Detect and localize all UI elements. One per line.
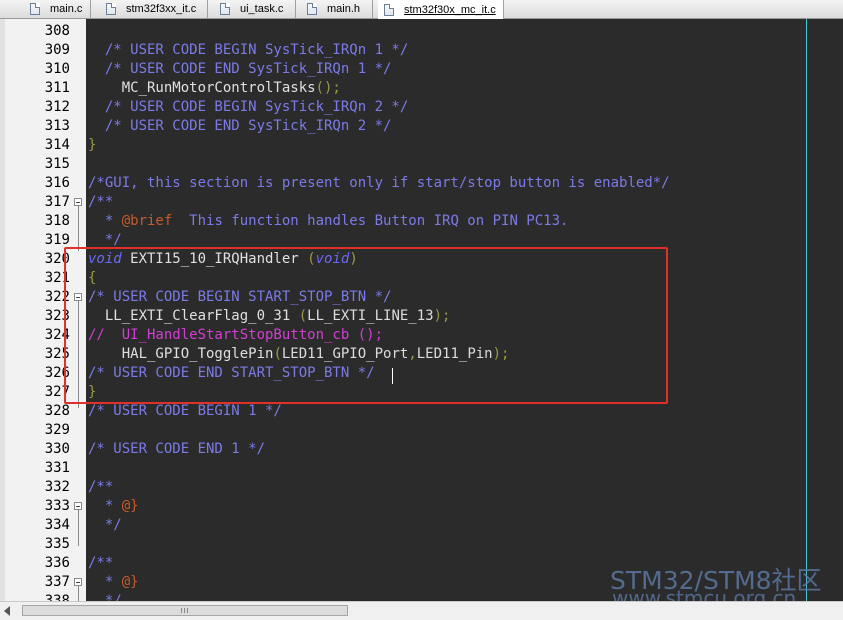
line-number: 308 [44, 23, 70, 39]
line-number: 329 [44, 422, 70, 438]
fold-toggle-icon[interactable] [74, 502, 82, 510]
grip-icon [181, 608, 189, 613]
file-icon [220, 3, 230, 15]
line-number: 312 [44, 99, 70, 115]
line-number: 322 [44, 289, 70, 305]
doc-tag: @} [121, 574, 139, 590]
right-margin-guide [806, 19, 807, 601]
code-line: * @brief This function handles Button IR… [88, 212, 569, 231]
line-number: 335 [44, 536, 70, 552]
code-line: /* USER CODE END 1 */ [88, 441, 266, 457]
code-line: * @} [88, 497, 139, 516]
code-line: /* USER CODE BEGIN 1 */ [88, 403, 282, 419]
scroll-left-arrow-icon[interactable] [4, 606, 10, 616]
tab-ui-task-c[interactable]: ui_task.c [214, 0, 296, 18]
horizontal-scrollbar[interactable] [0, 601, 843, 620]
bookmark-margin[interactable] [0, 19, 5, 601]
line-number: 323 [44, 308, 70, 324]
fold-guide [78, 510, 79, 546]
line-number: 321 [44, 270, 70, 286]
line-number: 333 [44, 498, 70, 514]
scrollbar-thumb[interactable] [22, 605, 348, 616]
tab-bar: main.c stm32f3xx_it.c ui_task.c main.h s… [0, 0, 843, 19]
code-line: /* USER CODE END SysTick_IRQn 2 */ [88, 118, 392, 134]
tab-main-h[interactable]: main.h [301, 0, 373, 18]
function-call: MC_RunMotorControlTasks [88, 80, 316, 96]
fold-guide [78, 586, 79, 601]
line-number: 317 [44, 194, 70, 210]
line-number: 337 [44, 574, 70, 590]
line-number: 318 [44, 213, 70, 229]
file-icon [106, 3, 116, 15]
line-number: 338 [44, 593, 70, 601]
line-number: 324 [44, 327, 70, 343]
line-number: 326 [44, 365, 70, 381]
line-number: 319 [44, 232, 70, 248]
line-number: 328 [44, 403, 70, 419]
comment-text: * [88, 574, 122, 590]
highlight-annotation-box [64, 247, 668, 404]
punctuation: (); [315, 80, 341, 96]
file-icon [384, 3, 394, 16]
code-line: /* USER CODE END SysTick_IRQn 1 */ [88, 61, 392, 77]
code-line: /* USER CODE BEGIN SysTick_IRQn 1 */ [88, 42, 409, 58]
line-number: 310 [44, 61, 70, 77]
doc-tag: @brief [121, 213, 173, 229]
line-number: 331 [44, 460, 70, 476]
tab-label: main.h [327, 3, 361, 15]
line-number: 314 [44, 137, 70, 153]
line-number: 316 [44, 175, 70, 191]
line-number: 325 [44, 346, 70, 362]
code-line: /** [88, 555, 114, 571]
tab-stm32f3xx-it-c[interactable]: stm32f3xx_it.c [100, 0, 208, 18]
line-number: 320 [44, 251, 70, 267]
code-line: MC_RunMotorControlTasks(); [88, 79, 341, 98]
line-number: 334 [44, 517, 70, 533]
comment-text: This function handles Button IRQ on PIN … [172, 213, 569, 229]
fold-guide [78, 206, 79, 251]
line-number: 336 [44, 555, 70, 571]
line-number: 311 [44, 80, 70, 96]
code-line: /** [88, 479, 114, 495]
line-number: 313 [44, 118, 70, 134]
code-line: * @} [88, 573, 139, 592]
tab-label: stm32f30x_mc_it.c [404, 3, 496, 16]
tab-label: main.c [50, 3, 83, 15]
code-line: */ [88, 593, 122, 601]
line-number: 315 [44, 156, 70, 172]
fold-toggle-icon[interactable] [74, 578, 82, 586]
doc-tag: @} [121, 498, 139, 514]
tab-main-c[interactable]: main.c [24, 0, 91, 18]
code-line: } [88, 137, 97, 153]
file-icon [307, 3, 317, 15]
line-number: 332 [44, 479, 70, 495]
comment-text: * [88, 498, 122, 514]
line-number: 327 [44, 384, 70, 400]
line-number: 309 [44, 42, 70, 58]
fold-toggle-icon[interactable] [74, 198, 82, 206]
tab-label: stm32f3xx_it.c [126, 3, 197, 15]
code-line: /** [88, 194, 114, 210]
line-number: 330 [44, 441, 70, 457]
file-icon [30, 3, 40, 15]
code-line: /* USER CODE BEGIN SysTick_IRQn 2 */ [88, 99, 409, 115]
tab-label: ui_task.c [240, 3, 284, 15]
tab-stm32f30x-mc-it-c[interactable]: stm32f30x_mc_it.c [378, 0, 504, 19]
comment-text: * [88, 213, 122, 229]
code-line: */ [88, 517, 122, 533]
code-line: /*GUI, this section is present only if s… [88, 175, 670, 191]
